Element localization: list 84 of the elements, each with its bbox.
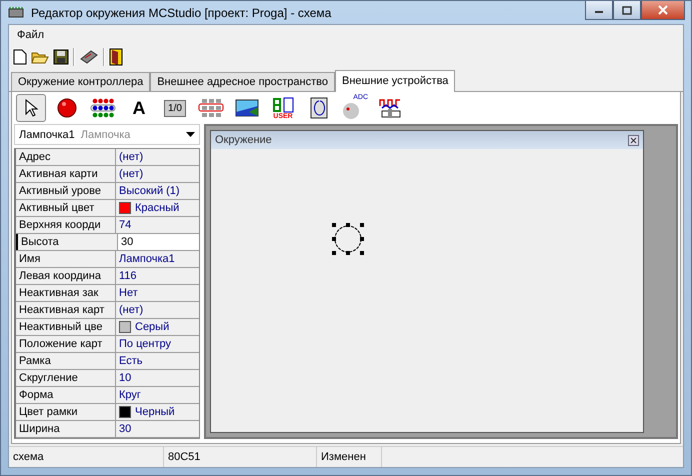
- property-value[interactable]: (нет): [116, 302, 199, 318]
- property-name[interactable]: Активный цвет: [16, 200, 116, 216]
- dropdown-arrow-icon: [186, 132, 195, 137]
- property-name[interactable]: Активная карти: [16, 166, 116, 182]
- close-button[interactable]: [641, 1, 685, 20]
- property-value[interactable]: 30: [118, 234, 199, 250]
- value-text: 30: [121, 236, 134, 248]
- close-icon[interactable]: [628, 134, 639, 146]
- keypad-icon: [198, 97, 224, 119]
- property-value[interactable]: Красный: [116, 200, 199, 216]
- value-text: Круг: [119, 389, 141, 401]
- property-value[interactable]: 116: [116, 268, 199, 284]
- palette-button[interactable]: [16, 94, 46, 122]
- property-value[interactable]: По центру: [116, 336, 199, 352]
- window-title: Редактор окружения MCStudio [проект: Proga] - схема: [31, 6, 332, 20]
- property-value[interactable]: 10: [116, 370, 199, 386]
- status-text: Изменен: [317, 447, 382, 467]
- property-name[interactable]: Ширина: [16, 421, 116, 437]
- led-matrix-icon: [90, 97, 116, 119]
- value-text: Нет: [119, 287, 138, 299]
- lamp-icon: [56, 97, 78, 119]
- picture-icon: [235, 98, 259, 118]
- property-name[interactable]: Цвет рамки: [16, 404, 116, 420]
- property-value[interactable]: Есть: [116, 353, 199, 369]
- property-value[interactable]: (нет): [116, 149, 199, 165]
- property-name[interactable]: Форма: [16, 387, 116, 403]
- property-value[interactable]: Черный: [116, 404, 199, 420]
- menu-item[interactable]: Файл: [13, 29, 48, 41]
- property-value[interactable]: (нет): [116, 166, 199, 182]
- value-text: 74: [119, 219, 132, 231]
- value-text: 116: [119, 270, 137, 282]
- value-text: Лампочка1: [119, 253, 175, 265]
- property-value[interactable]: Высокий (1): [116, 183, 199, 199]
- status-text: 80C51: [164, 447, 317, 467]
- status-text: схема: [9, 447, 164, 467]
- value-text: 30: [119, 423, 132, 435]
- chip-icon[interactable]: [79, 49, 99, 65]
- selected-lamp-circle[interactable]: [332, 223, 364, 255]
- value-text: Красный: [135, 202, 180, 214]
- property-name[interactable]: Неактивная карт: [16, 302, 116, 318]
- close-icon: [658, 5, 668, 15]
- property-name[interactable]: Скругление: [16, 370, 116, 386]
- minimize-button[interactable]: [585, 1, 613, 20]
- property-value[interactable]: Серый: [116, 319, 199, 335]
- canvas-window-title: Окружение: [215, 134, 273, 146]
- property-name[interactable]: Верхняя коорди: [16, 217, 116, 233]
- value-text: (нет): [119, 304, 144, 316]
- property-value[interactable]: Лампочка1: [116, 251, 199, 267]
- property-value[interactable]: Круг: [116, 387, 199, 403]
- pointer-icon: [24, 99, 38, 117]
- property-name[interactable]: Левая координа: [16, 268, 116, 284]
- new-file-icon[interactable]: [13, 49, 27, 65]
- maximize-icon: [622, 6, 632, 14]
- palette-button[interactable]: 1/0: [160, 94, 190, 122]
- value-text: 10: [119, 372, 132, 384]
- encoder-icon: [310, 97, 328, 119]
- property-name[interactable]: Неактивная зак: [16, 285, 116, 301]
- value-text: Высокий (1): [119, 185, 180, 197]
- object-dropdown[interactable]: Лампочка1 Лампочка: [14, 124, 200, 145]
- property-name[interactable]: Адрес: [16, 149, 116, 165]
- maximize-button[interactable]: [613, 1, 641, 20]
- tab[interactable]: Внешнее адресное пространство: [150, 72, 335, 91]
- palette-button[interactable]: A: [124, 94, 154, 122]
- value-text: По центру: [119, 338, 171, 350]
- property-name[interactable]: Имя: [16, 251, 116, 267]
- chip-app-icon: [7, 4, 25, 20]
- value-text: (нет): [119, 168, 144, 180]
- value-text: (нет): [119, 151, 144, 163]
- property-value[interactable]: 30: [116, 421, 199, 437]
- signal-icon: [379, 97, 403, 119]
- property-value[interactable]: 74: [116, 217, 199, 233]
- text-tool-label: A: [132, 98, 146, 118]
- property-value[interactable]: Нет: [116, 285, 199, 301]
- property-name[interactable]: Неактивный цве: [16, 319, 116, 335]
- tab[interactable]: Внешние устройства: [335, 70, 456, 92]
- property-name[interactable]: Положение карт: [16, 336, 116, 352]
- property-name[interactable]: Рамка: [16, 353, 116, 369]
- value-text: Есть: [119, 355, 142, 367]
- property-name[interactable]: Активный урове: [16, 183, 116, 199]
- switch-tool-label: 1/0: [164, 100, 186, 116]
- tab[interactable]: Окружение контроллера: [11, 72, 150, 91]
- value-text: Черный: [135, 406, 175, 418]
- value-text: Серый: [135, 321, 170, 333]
- door-icon[interactable]: [109, 48, 123, 66]
